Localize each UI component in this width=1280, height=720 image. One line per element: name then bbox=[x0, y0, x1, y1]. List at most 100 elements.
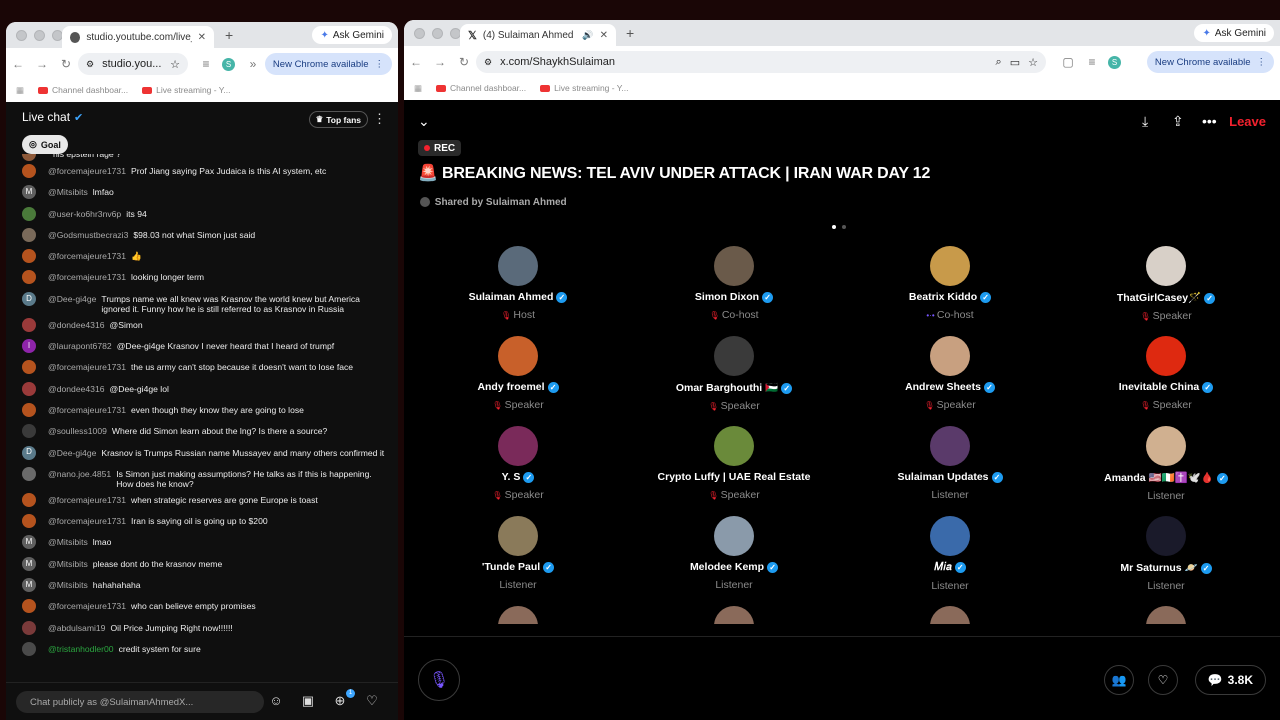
participant-avatar[interactable] bbox=[714, 426, 754, 466]
avatar[interactable] bbox=[22, 317, 36, 332]
participant-avatar[interactable] bbox=[1146, 426, 1186, 466]
message-author[interactable]: @forcemajeure1731 bbox=[48, 362, 126, 373]
participant-avatar[interactable] bbox=[498, 606, 538, 624]
apps-grid-icon[interactable]: ▦ bbox=[414, 83, 422, 94]
extension-icon[interactable]: ≡ bbox=[194, 57, 218, 71]
apps-grid-icon[interactable]: ▦ bbox=[16, 85, 24, 96]
message-author[interactable]: @Godsmustbecrazi3 bbox=[48, 230, 128, 241]
chat-message[interactable]: @forcemajeure1731 who can believe empty p… bbox=[6, 596, 398, 617]
reload-icon[interactable]: ↻ bbox=[54, 57, 78, 71]
profile-avatar[interactable]: S bbox=[1108, 55, 1121, 69]
chat-message[interactable]: @nano.joe.4851 Is Simon just making assum… bbox=[6, 464, 398, 490]
chat-message[interactable]: his epstein rage ? bbox=[6, 154, 398, 161]
participant[interactable] bbox=[842, 606, 1058, 624]
avatar[interactable]: M bbox=[22, 535, 36, 550]
cast-icon[interactable]: ▭ bbox=[1010, 56, 1020, 69]
avatar[interactable] bbox=[22, 227, 36, 242]
chat-message[interactable]: @forcemajeure1731 the us army can't stop … bbox=[6, 357, 398, 378]
chat-message[interactable]: M @Mitsibits hahahahaha bbox=[6, 575, 398, 596]
participant-avatar[interactable] bbox=[930, 246, 970, 286]
chat-message[interactable]: @tristanhodler00 credit system for sure bbox=[6, 639, 398, 660]
minimize-space-icon[interactable]: ⤓ bbox=[1142, 113, 1148, 130]
participant-avatar[interactable] bbox=[1146, 516, 1186, 556]
profile-avatar[interactable]: S bbox=[222, 57, 235, 71]
react-button[interactable]: ♡ bbox=[1148, 665, 1178, 695]
participant[interactable]: Amanda 🇺🇸🇮🇪✝️🕊️🩸 ✓ Listener bbox=[1058, 426, 1274, 502]
message-author[interactable]: @user-ko6hr3nv6p bbox=[48, 209, 121, 220]
participant[interactable]: Crypto Luffy | UAE Real Estate 🎙 Speaker bbox=[626, 426, 842, 501]
extension-icon[interactable]: ≡ bbox=[1080, 55, 1104, 69]
participant[interactable]: 'Tunde Paul ✓ Listener bbox=[410, 516, 626, 591]
participant-avatar[interactable] bbox=[714, 606, 754, 624]
bookmark-star-icon[interactable]: ☆ bbox=[1028, 56, 1038, 69]
avatar[interactable] bbox=[22, 164, 36, 178]
avatar[interactable]: M bbox=[22, 556, 36, 571]
participant[interactable]: Inevitable China ✓ 🎙 Speaker bbox=[1058, 336, 1274, 411]
chat-message[interactable]: M @Mitsibits please dont do the krasnov me… bbox=[6, 554, 398, 575]
avatar[interactable] bbox=[22, 492, 36, 507]
chat-message[interactable]: @forcemajeure1731 Prof Jiang saying Pax J… bbox=[6, 161, 398, 182]
avatar[interactable]: M bbox=[22, 185, 36, 200]
new-tab-button[interactable]: + bbox=[626, 25, 634, 41]
chat-message[interactable]: @abdulsami19 Oil Price Jumping Right now!… bbox=[6, 618, 398, 639]
avatar[interactable] bbox=[22, 466, 36, 481]
minimize-window-button[interactable] bbox=[34, 30, 45, 41]
avatar[interactable] bbox=[22, 514, 36, 529]
chat-input[interactable]: Chat publicly as @SulaimanAhmedX... bbox=[16, 691, 264, 713]
participant-avatar[interactable] bbox=[930, 336, 970, 376]
chat-message[interactable]: @forcemajeure1731 when strategic reserves… bbox=[6, 490, 398, 511]
bookmark-item[interactable]: Channel dashboar... bbox=[436, 83, 526, 93]
close-tab-icon[interactable]: ✕ bbox=[198, 32, 206, 43]
avatar[interactable] bbox=[22, 381, 36, 396]
participant[interactable]: Melodee Kemp ✓ Listener bbox=[626, 516, 842, 591]
chat-message[interactable]: D @Dee-gi4ge Trumps name we all knew was K… bbox=[6, 289, 398, 315]
avatar[interactable] bbox=[22, 402, 36, 417]
participant-avatar[interactable] bbox=[930, 606, 970, 624]
participant[interactable]: ThatGirlCasey🪄 ✓ 🎙 Speaker bbox=[1058, 246, 1274, 322]
chat-message-list[interactable]: his epstein rage ? @forcemajeure1731 Prof … bbox=[6, 154, 398, 702]
leave-button[interactable]: Leave bbox=[1229, 114, 1266, 129]
avatar[interactable] bbox=[22, 270, 36, 285]
bookmark-star-icon[interactable]: ☆ bbox=[170, 58, 180, 71]
emoji-icon[interactable]: ☺ bbox=[268, 693, 284, 709]
participant-avatar[interactable] bbox=[498, 336, 538, 376]
chat-message[interactable]: @soulless1009 Where did Simon learn about… bbox=[6, 421, 398, 442]
avatar[interactable] bbox=[22, 641, 36, 656]
chat-message[interactable]: @forcemajeure1731 looking longer term bbox=[6, 267, 398, 288]
message-author[interactable]: @abdulsami19 bbox=[48, 623, 105, 634]
share-icon[interactable]: ⇪ bbox=[1172, 113, 1184, 130]
chat-message[interactable]: @dondee4316 @Simon bbox=[6, 315, 398, 336]
avatar[interactable]: D bbox=[22, 291, 36, 306]
super-chat-icon[interactable]: ▣ bbox=[300, 693, 316, 709]
chat-message[interactable]: D @Dee-gi4ge Krasnov is Trumps Russian nam… bbox=[6, 443, 398, 464]
ask-gemini-button[interactable]: ✦ Ask Gemini bbox=[1194, 24, 1274, 42]
new-tab-button[interactable]: + bbox=[225, 27, 233, 43]
people-button[interactable]: 👥 bbox=[1104, 665, 1134, 695]
chat-message[interactable]: M @Mitsibits lmfao bbox=[6, 182, 398, 203]
chat-message[interactable]: @forcemajeure1731 Iran is saying oil is g… bbox=[6, 511, 398, 532]
participant[interactable]: Mr Saturnus 🪐 ✓ Listener bbox=[1058, 516, 1274, 592]
chat-message[interactable]: @forcemajeure1731 👍 bbox=[6, 246, 398, 267]
tab-search-icon[interactable]: ▢ bbox=[1056, 55, 1080, 69]
participant-avatar[interactable] bbox=[498, 426, 538, 466]
avatar[interactable]: D bbox=[22, 445, 36, 460]
participant[interactable]: Simon Dixon ✓ 🎙 Co-host bbox=[626, 246, 842, 321]
message-author[interactable]: @tristanhodler00 bbox=[48, 644, 114, 655]
new-chrome-available-button[interactable]: New Chrome available ⋮ bbox=[264, 53, 392, 75]
url-field[interactable]: ⚙ studio.you... ☆ bbox=[78, 53, 188, 75]
comments-button[interactable]: 💬 3.8K bbox=[1194, 665, 1266, 695]
chat-message[interactable]: @Godsmustbecrazi3 $98.03 not what Simon j… bbox=[6, 225, 398, 246]
message-author[interactable]: @Mitsibits bbox=[48, 559, 88, 570]
avatar[interactable] bbox=[22, 206, 36, 221]
new-chrome-available-button[interactable]: New Chrome available ⋮ bbox=[1146, 51, 1274, 73]
tab-x-profile[interactable]: 𝕏 (4) Sulaiman Ahmed (@S 🔊 ✕ bbox=[460, 24, 616, 46]
close-window-button[interactable] bbox=[16, 30, 27, 41]
page-dot[interactable] bbox=[842, 225, 846, 229]
url-field[interactable]: ⚙ x.com/ShaykhSulaiman ⌕ ▭ ☆ bbox=[476, 51, 1046, 73]
participant-avatar[interactable] bbox=[714, 246, 754, 286]
avatar[interactable] bbox=[22, 424, 36, 439]
message-author[interactable]: @forcemajeure1731 bbox=[48, 251, 126, 262]
message-author[interactable]: @Mitsibits bbox=[48, 580, 88, 591]
message-author[interactable]: @laurapont6782 bbox=[48, 341, 112, 352]
message-author[interactable]: @nano.joe.4851 bbox=[48, 469, 111, 480]
